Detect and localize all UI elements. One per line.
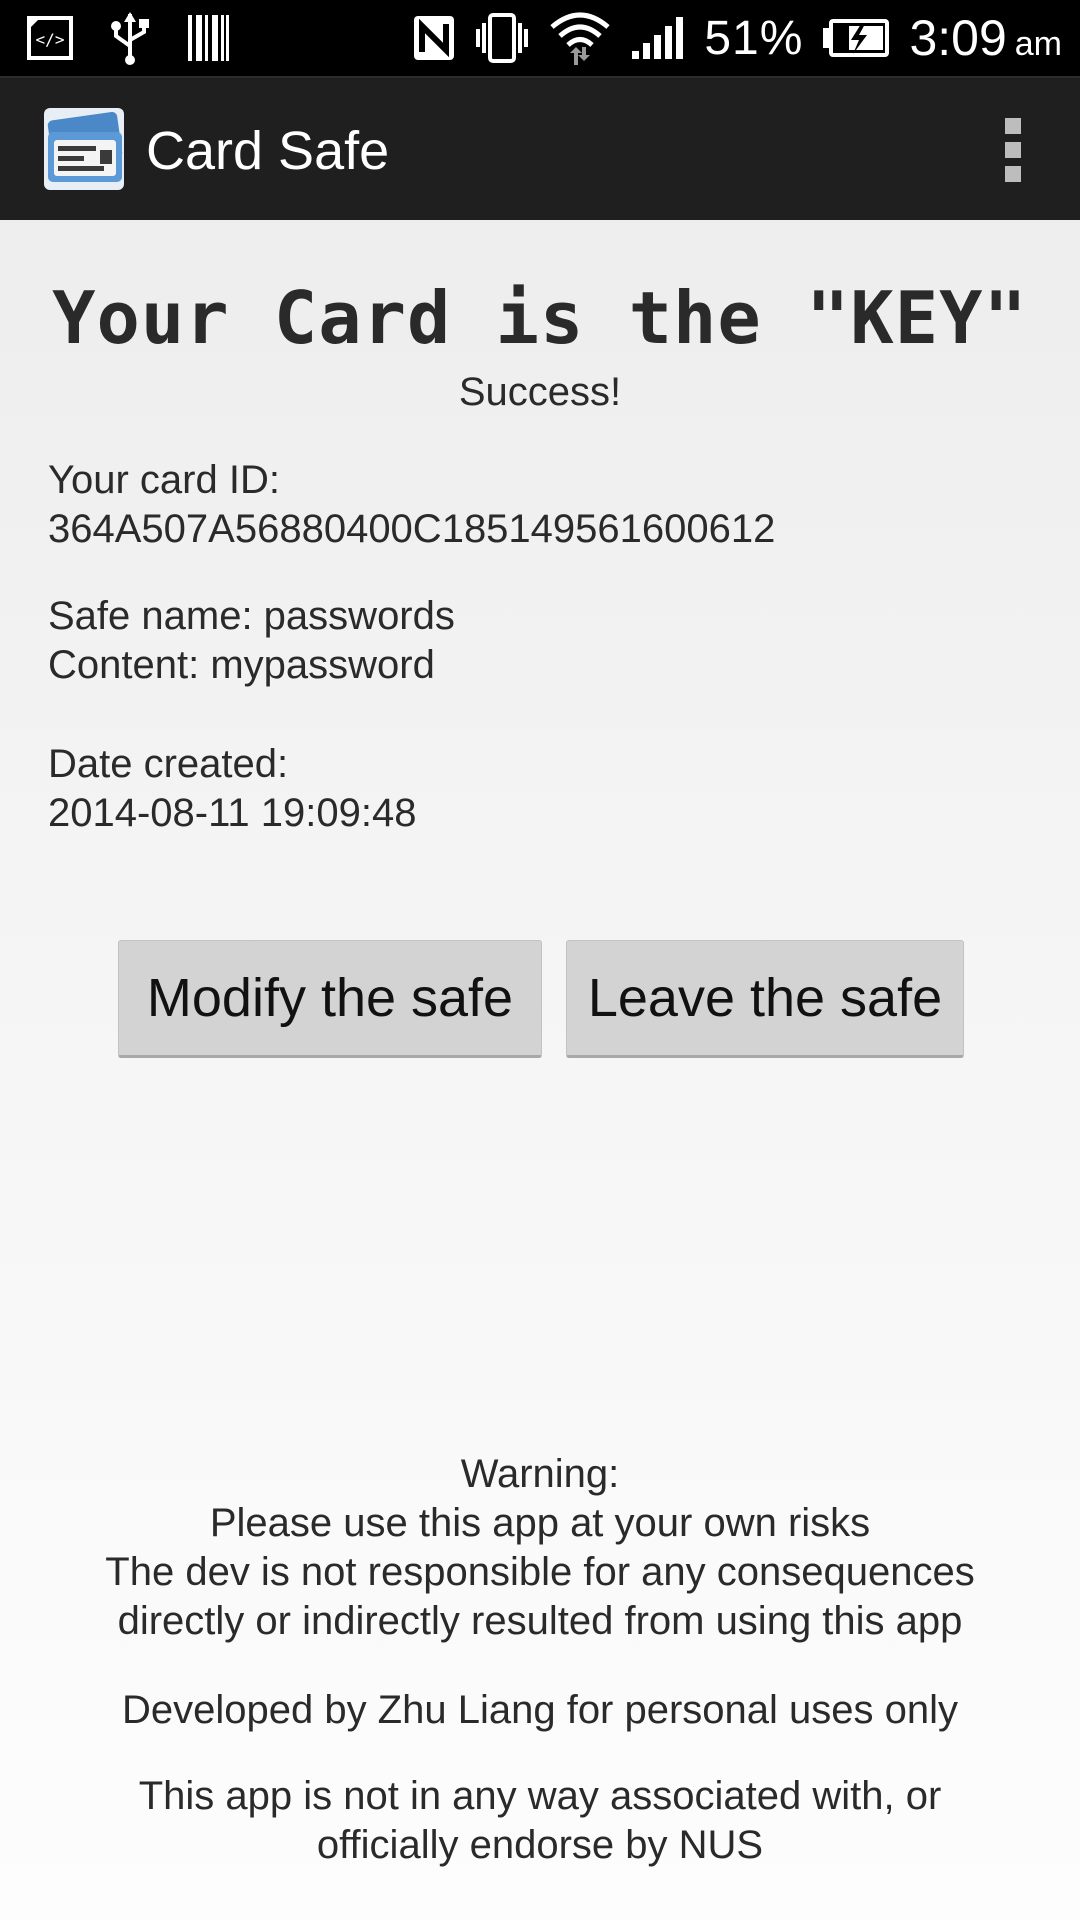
warning-line: The dev is not responsible for any conse… bbox=[105, 1550, 975, 1594]
usb-icon bbox=[108, 10, 152, 66]
date-block: Date created: 2014-08-11 19:09:48 bbox=[48, 740, 416, 838]
page-title: Your Card is the "KEY" bbox=[52, 276, 1028, 360]
battery-charging-icon bbox=[821, 18, 891, 58]
safe-content: Content: mypassword bbox=[48, 643, 435, 687]
disclaimer-line: This app is not in any way associated wi… bbox=[138, 1774, 942, 1818]
overflow-dot bbox=[1005, 118, 1021, 134]
app-title: Card Safe bbox=[146, 121, 390, 181]
dev-tools-icon: </> bbox=[26, 15, 74, 61]
warning-block: Warning: Please use this app at your own… bbox=[0, 1450, 1080, 1646]
clock-ampm: am bbox=[1014, 25, 1062, 63]
clock: 3:09 am bbox=[909, 9, 1062, 67]
system-icons: 51% 3:09 am bbox=[412, 8, 1062, 68]
disclaimer-block: This app is not in any way associated wi… bbox=[0, 1772, 1080, 1870]
signal-icon bbox=[630, 15, 686, 61]
vibrate-icon bbox=[474, 13, 530, 63]
status-message: Success! bbox=[458, 370, 622, 414]
date-label: Date created: bbox=[48, 742, 289, 786]
clock-time: 3:09 bbox=[909, 10, 1007, 66]
action-buttons: Modify the safe Leave the safe bbox=[118, 940, 964, 1058]
card-id-label: Your card ID: bbox=[48, 458, 280, 502]
nfc-icon bbox=[412, 14, 456, 62]
overflow-dot bbox=[1005, 166, 1021, 182]
svg-text:</>: </> bbox=[36, 30, 65, 49]
wifi-icon bbox=[548, 9, 612, 67]
safe-name: Safe name: passwords bbox=[48, 594, 455, 638]
status-bar: </> 51% 3:09 am bbox=[0, 0, 1080, 76]
notification-icons: </> bbox=[26, 10, 230, 66]
disclaimer-line: officially endorse by NUS bbox=[316, 1823, 764, 1867]
modify-safe-button[interactable]: Modify the safe bbox=[118, 940, 542, 1058]
warning-line: Please use this app at your own risks bbox=[209, 1501, 871, 1545]
warning-title: Warning: bbox=[460, 1452, 620, 1496]
overflow-dot bbox=[1005, 142, 1021, 158]
card-safe-icon[interactable] bbox=[40, 106, 128, 192]
action-bar: Card Safe bbox=[0, 76, 1080, 220]
date-value: 2014-08-11 19:09:48 bbox=[48, 791, 417, 835]
warning-line: directly or indirectly resulted from usi… bbox=[117, 1599, 963, 1643]
battery-percent: 51% bbox=[704, 11, 804, 65]
safe-info-block: Safe name: passwords Content: mypassword bbox=[48, 592, 455, 690]
overflow-menu-icon[interactable] bbox=[998, 118, 1028, 182]
card-id-value: 364A507A56880400C185149561600612 bbox=[48, 507, 776, 551]
leave-safe-button[interactable]: Leave the safe bbox=[566, 940, 964, 1058]
developer-credit: Developed by Zhu Liang for personal uses… bbox=[121, 1688, 959, 1732]
card-id-block: Your card ID: 364A507A56880400C185149561… bbox=[48, 456, 775, 554]
barcode-icon bbox=[186, 13, 230, 63]
